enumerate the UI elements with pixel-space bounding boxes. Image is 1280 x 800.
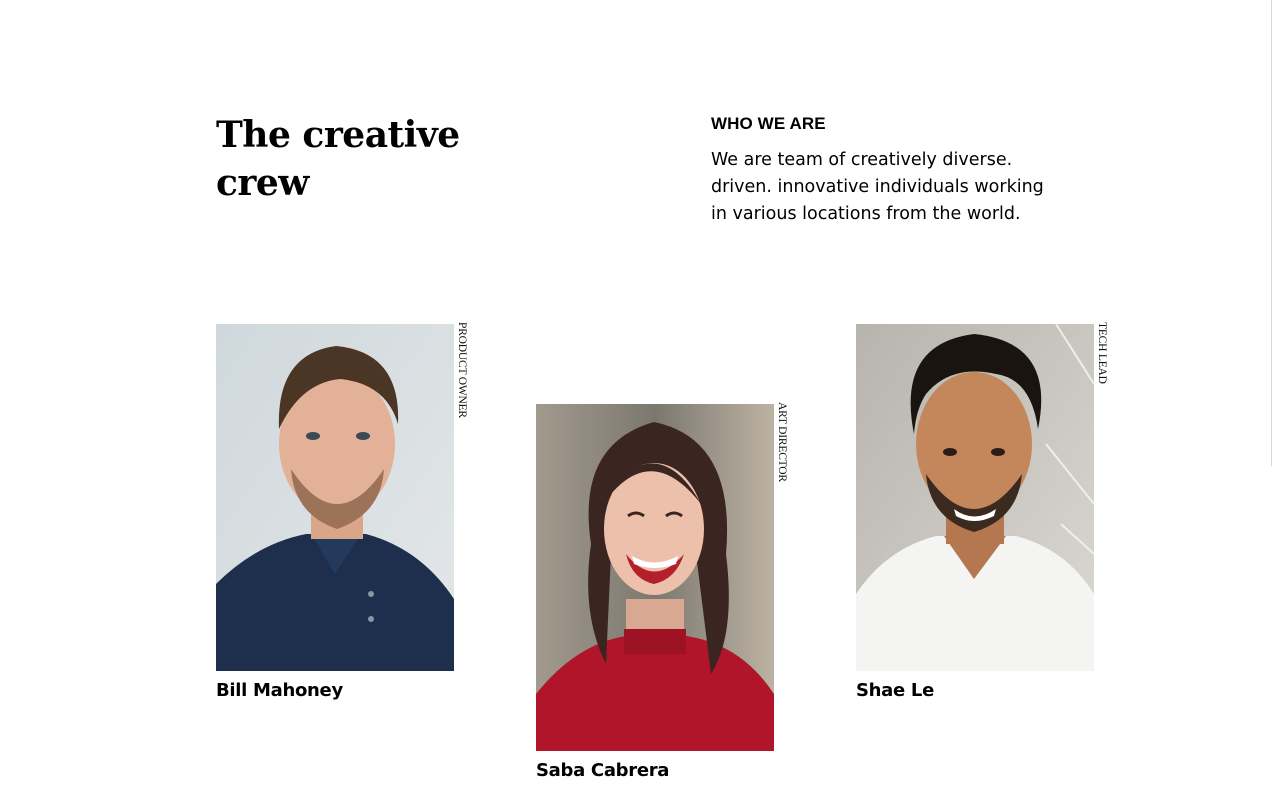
member-name: Saba Cabrera bbox=[536, 760, 670, 781]
member-role: ART DIRECTOR bbox=[776, 402, 788, 482]
vertical-scrollbar[interactable] bbox=[1271, 0, 1280, 466]
portrait-man-navy-shirt bbox=[216, 324, 454, 671]
portrait-man-white-shirt bbox=[856, 324, 1094, 671]
member-role: PRODUCT OWNER bbox=[456, 322, 468, 418]
member-photo bbox=[216, 324, 454, 671]
portrait-woman-red-sweater bbox=[536, 404, 774, 751]
team-member-card: TECH LEAD Shae Le bbox=[856, 322, 1116, 701]
member-name: Bill Mahoney bbox=[216, 680, 343, 701]
intro-description: We are team of creatively diverse. drive… bbox=[711, 150, 1044, 224]
page-title: The creative crew bbox=[216, 114, 460, 204]
member-photo bbox=[536, 404, 774, 751]
team-member-card: ART DIRECTOR Saba Cabrera bbox=[536, 402, 796, 781]
team-member-card: PRODUCT OWNER Bill Mahoney bbox=[216, 322, 476, 701]
member-role: TECH LEAD bbox=[1096, 322, 1108, 384]
member-photo bbox=[856, 324, 1094, 671]
section-eyebrow: WHO WE ARE bbox=[711, 114, 826, 133]
member-name: Shae Le bbox=[856, 680, 934, 701]
